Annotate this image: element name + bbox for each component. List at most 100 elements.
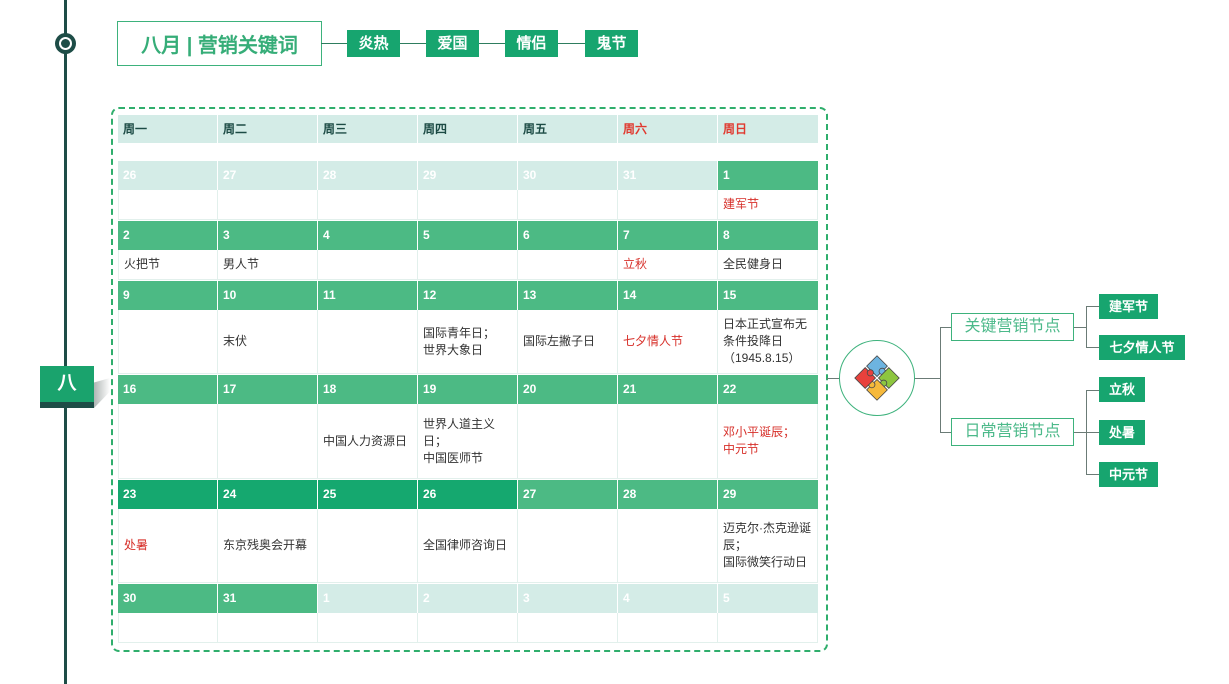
date-number: 11	[318, 281, 418, 310]
event-cell: 立秋	[618, 250, 718, 280]
calendar-week: 26 27 28 29 30 31 1 建军节	[118, 161, 818, 220]
weekday-label: 周五	[518, 115, 618, 143]
date-number: 20	[518, 375, 618, 404]
event-cell	[518, 190, 618, 220]
connector-line	[1086, 306, 1099, 307]
event-text: 迈克尔·杰克逊诞 辰； 国际微笑行动日	[723, 520, 811, 571]
keyword-connector	[479, 43, 505, 44]
event-line: 男人节	[223, 257, 260, 271]
date-number: 12	[418, 281, 518, 310]
keyword-connector	[321, 43, 347, 44]
event-cell	[318, 509, 418, 583]
event-cell: 国际左撇子日	[518, 310, 618, 374]
event-text: 世界人道主义 日； 中国医师节	[423, 416, 495, 467]
date-number-other-month: 3	[518, 584, 618, 613]
event-cell: 建军节	[718, 190, 818, 220]
event-cell: 国际青年日； 世界大象日	[418, 310, 518, 374]
date-number: 16	[118, 375, 218, 404]
month-tab-base	[40, 402, 94, 408]
date-number-other-month: 30	[518, 161, 618, 190]
date-number: 24	[218, 480, 318, 509]
event-cell	[518, 404, 618, 479]
connector-line	[1086, 474, 1099, 475]
date-number: 27	[518, 480, 618, 509]
event-cell	[418, 250, 518, 280]
event-cell	[118, 190, 218, 220]
event-text: 男人节	[223, 256, 259, 273]
connector-line	[915, 378, 940, 379]
date-number-other-month: 1	[318, 584, 418, 613]
event-cell: 全民健身日	[718, 250, 818, 280]
event-cell	[518, 509, 618, 583]
event-cell	[318, 190, 418, 220]
event-cell	[518, 613, 618, 643]
event-cell	[618, 613, 718, 643]
date-number-other-month: 31	[618, 161, 718, 190]
calendar-week: 16 17 18 19 20 21 22 中国人力资源日 世界人道主义 日； 中国医师节 邓小平诞辰；…	[118, 375, 818, 479]
connector-line	[827, 378, 839, 379]
calendar-weekday-header: 周一 周二 周三 周四 周五 周六 周日	[118, 115, 818, 143]
event-line: 条件投降日	[723, 334, 784, 348]
event-text: 中国人力资源日	[323, 433, 407, 450]
event-line: （1945.8.15）	[723, 351, 801, 365]
event-line: 世界人道主义	[423, 416, 496, 431]
event-text: 七夕情人节	[623, 333, 683, 350]
month-tab-shadow	[94, 378, 110, 408]
connector-line	[940, 432, 951, 433]
event-text: 火把节	[124, 256, 160, 273]
event-text: 全国律师咨询日	[423, 537, 507, 554]
date-number: 3	[218, 221, 318, 250]
event-cell: 东京残奥会开幕	[218, 509, 318, 583]
event-line: 立秋	[623, 257, 648, 271]
date-number: 25	[318, 480, 418, 509]
timeline-dot-icon	[55, 33, 76, 54]
event-cell	[118, 613, 218, 643]
date-number-other-month: 5	[718, 584, 818, 613]
date-number-other-month: 26	[118, 161, 218, 190]
event-line: 末伏	[223, 334, 248, 348]
event-cell	[318, 613, 418, 643]
connector-line	[1074, 432, 1086, 433]
event-cell	[518, 250, 618, 280]
weekday-label: 周三	[318, 115, 418, 143]
event-line: 世界大象日	[423, 342, 484, 357]
event-cell: 七夕情人节	[618, 310, 718, 374]
event-cell	[318, 310, 418, 374]
leaf-node: 立秋	[1099, 377, 1145, 402]
keyword-connector	[558, 43, 585, 44]
keyword-connector	[400, 43, 426, 44]
calendar-week: 30 31 1 2 3 4 5	[118, 584, 818, 643]
month-tab: 八	[40, 366, 94, 402]
event-line: 日本正式宣布无	[723, 317, 808, 331]
connector-line	[940, 327, 951, 328]
date-number: 22	[718, 375, 818, 404]
event-cell: 处暑	[118, 509, 218, 583]
mindmap-center	[839, 340, 915, 416]
event-text: 全民健身日	[723, 256, 783, 273]
event-cell	[218, 190, 318, 220]
date-number: 7	[618, 221, 718, 250]
event-line: 国际微笑行动日	[723, 555, 808, 569]
event-text: 邓小平诞辰； 中元节	[723, 424, 795, 458]
event-cell	[418, 613, 518, 643]
connector-line	[1086, 347, 1099, 348]
calendar-week: 23 24 25 26 27 28 29 处暑 东京残奥会开幕 全国律师咨询日 迈克尔·杰克逊诞 辰；…	[118, 480, 818, 583]
event-cell	[218, 404, 318, 479]
date-number: 10	[218, 281, 318, 310]
event-line: 辰；	[723, 538, 748, 552]
event-cell	[118, 404, 218, 479]
connector-line	[1086, 432, 1099, 433]
event-line: 全国律师咨询日	[423, 538, 508, 552]
date-number: 31	[218, 584, 318, 613]
date-number: 2	[118, 221, 218, 250]
event-line: 处暑	[124, 538, 149, 552]
weekday-label: 周四	[418, 115, 518, 143]
connector-line	[1074, 327, 1086, 328]
event-text: 立秋	[623, 256, 647, 273]
keyword-tag: 爱国	[426, 30, 479, 57]
event-line: 中国医师节	[423, 450, 484, 465]
event-cell	[718, 613, 818, 643]
event-cell: 全国律师咨询日	[418, 509, 518, 583]
date-number: 13	[518, 281, 618, 310]
event-line: 东京残奥会开幕	[223, 538, 308, 552]
